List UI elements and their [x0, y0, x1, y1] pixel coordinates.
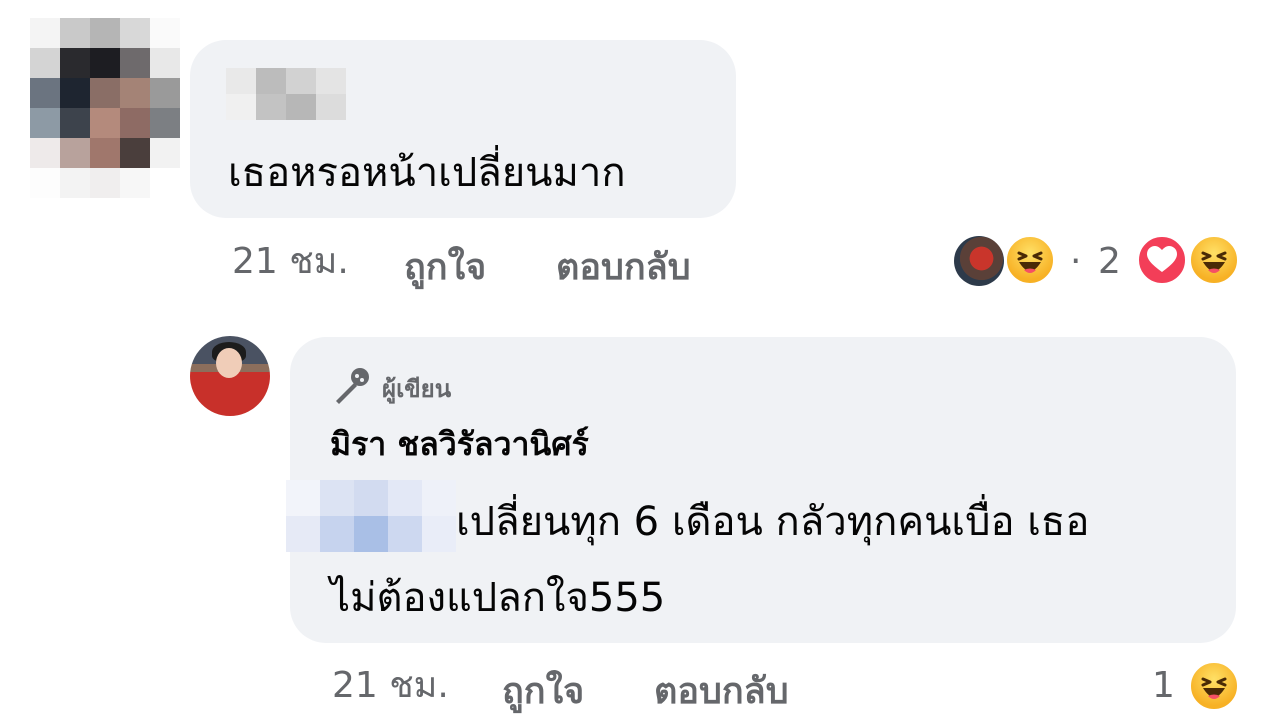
reply-text-line-2: ไม่ต้องแปลกใจ555 [330, 575, 666, 621]
reply-reply-button[interactable]: ตอบกลับ [654, 670, 789, 714]
reply-author-name[interactable]: มิรา ชลวิรัลวานิศร์ [330, 422, 589, 466]
love-reaction-icon[interactable] [1136, 234, 1188, 286]
microphone-icon [330, 366, 372, 410]
comment-text: เธอหรอหน้าเปลี่ยนมาก [228, 150, 626, 196]
reply-time[interactable]: 21 ชม. [332, 664, 449, 708]
reply-haha-reaction-icon[interactable] [1188, 660, 1240, 712]
author-badge-label: ผู้เขียน [382, 374, 452, 403]
reactor-author-avatar[interactable] [954, 236, 1004, 286]
comment-reaction-count[interactable]: 2 [1098, 240, 1121, 284]
reply-text-line-1: เปลี่ยนทุก 6 เดือน กลัวทุกคนเบื่อ เธอ [456, 499, 1090, 545]
commenter-avatar-blurred[interactable] [30, 18, 180, 198]
mentioned-name-blurred[interactable] [286, 480, 456, 552]
haha-reaction-icon[interactable] [1004, 234, 1056, 286]
commenter-name-blurred[interactable] [226, 68, 346, 120]
comment-time[interactable]: 21 ชม. [232, 240, 349, 284]
author-badge: ผู้เขียน [330, 366, 451, 410]
reaction-separator: · [1070, 241, 1082, 282]
comment-like-button[interactable]: ถูกใจ [404, 246, 486, 290]
reply-reaction-count[interactable]: 1 [1152, 664, 1175, 708]
haha-reaction-icon-2[interactable] [1188, 234, 1240, 286]
author-avatar[interactable] [190, 336, 270, 416]
comment-reply-button[interactable]: ตอบกลับ [556, 246, 691, 290]
reply-like-button[interactable]: ถูกใจ [502, 670, 584, 714]
